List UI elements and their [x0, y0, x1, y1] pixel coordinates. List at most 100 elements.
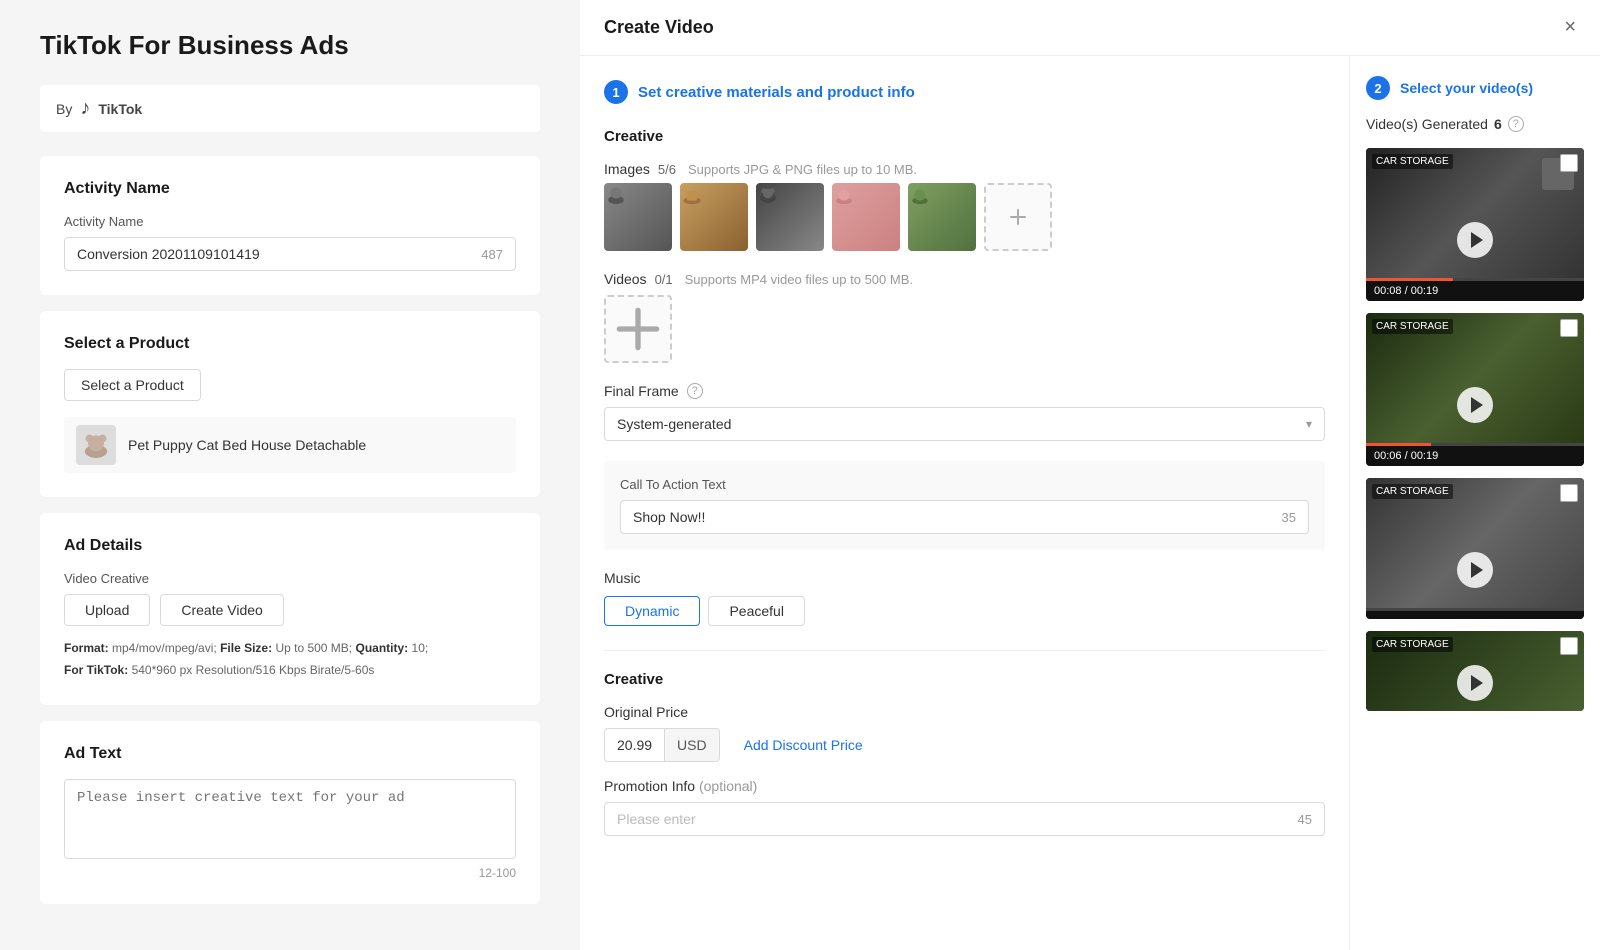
videos-generated-help-icon[interactable]: ?: [1508, 116, 1524, 132]
video-thumbnail-2: CAR STORAGE: [1366, 313, 1584, 443]
music-section: Music Dynamic Peaceful: [604, 570, 1325, 626]
step1-title: Set creative materials and product info: [638, 84, 915, 101]
step1-badge: 1: [604, 80, 628, 104]
final-frame-help-icon[interactable]: ?: [687, 383, 703, 399]
image-thumb-4[interactable]: [832, 183, 900, 251]
cta-input[interactable]: Shop Now!! 35: [620, 500, 1309, 534]
select-product-button[interactable]: Select a Product: [64, 369, 201, 401]
video-play-icon-4[interactable]: [1457, 665, 1493, 701]
cta-section: Call To Action Text Shop Now!! 35: [604, 461, 1325, 550]
upload-button[interactable]: Upload: [64, 594, 150, 626]
video-label-3: CAR STORAGE: [1372, 484, 1453, 499]
step1-header: 1 Set creative materials and product inf…: [604, 80, 1325, 104]
promo-char-count: 45: [1298, 812, 1312, 827]
videos-label: Videos: [604, 271, 647, 287]
price-input-group: 20.99 USD: [604, 728, 720, 762]
format-value: mp4/mov/mpeg/avi;: [112, 641, 217, 655]
video-bottom-bar-3: [1366, 611, 1584, 619]
video-play-icon-2[interactable]: [1457, 387, 1493, 423]
add-video-button[interactable]: [604, 295, 672, 363]
modal-body: 1 Set creative materials and product inf…: [580, 56, 1600, 950]
videos-generated-row: Video(s) Generated 6 ?: [1366, 116, 1584, 132]
ad-details-section: Ad Details Video Creative Upload Create …: [40, 513, 540, 705]
video-creative-label: Video Creative: [64, 571, 516, 586]
images-row: Images 5/6 Supports JPG & PNG files up t…: [604, 161, 1325, 177]
video-checkbox-3[interactable]: [1560, 484, 1578, 502]
final-frame-dropdown[interactable]: System-generated ▾: [604, 407, 1325, 441]
videos-generated-label: Video(s) Generated: [1366, 116, 1488, 132]
ad-text-input[interactable]: [64, 779, 516, 859]
video-progress-2: [1366, 443, 1584, 446]
activity-field-label: Activity Name: [64, 214, 516, 229]
video-checkbox-2[interactable]: [1560, 319, 1578, 337]
activity-name-input[interactable]: Conversion 20201109101419 487: [64, 237, 516, 271]
video-bottom-bar-2: 00:06 / 00:19: [1366, 446, 1584, 466]
image-thumb-2[interactable]: [680, 183, 748, 251]
video-checkbox-1[interactable]: [1560, 154, 1578, 172]
music-label: Music: [604, 570, 1325, 586]
video-card-2[interactable]: CAR STORAGE 00:06 / 00:19: [1366, 313, 1584, 466]
promo-placeholder: Please enter: [617, 811, 696, 827]
ad-details-title: Ad Details: [64, 537, 516, 555]
for-tiktok-label: For TikTok:: [64, 663, 128, 677]
image-thumb-3[interactable]: [756, 183, 824, 251]
modal-close-button[interactable]: ×: [1564, 16, 1576, 39]
video-progress-1: [1366, 278, 1584, 281]
add-image-button[interactable]: [984, 183, 1052, 251]
quantity-value: 10;: [412, 641, 429, 655]
video-checkbox-4[interactable]: [1560, 637, 1578, 655]
step2-badge: 2: [1366, 76, 1390, 100]
final-frame-label: Final Frame: [604, 383, 679, 399]
video-label-4: CAR STORAGE: [1372, 637, 1453, 652]
video-thumbnail-3: CAR STORAGE: [1366, 478, 1584, 608]
modal-right-panel: 2 Select your video(s) Video(s) Generate…: [1350, 56, 1600, 950]
for-tiktok-value: 540*960 px Resolution/516 Kbps Birate/5-…: [132, 663, 375, 677]
add-discount-link[interactable]: Add Discount Price: [744, 737, 863, 753]
cta-char-count: 35: [1282, 510, 1296, 525]
videos-row: Videos 0/1 Supports MP4 video files up t…: [604, 271, 1325, 287]
select-product-section: Select a Product Select a Product Pet Pu…: [40, 311, 540, 497]
music-dynamic-button[interactable]: Dynamic: [604, 596, 700, 626]
promo-group: Promotion Info (optional) Please enter 4…: [604, 778, 1325, 836]
file-size-label: File Size:: [220, 641, 272, 655]
video-label-2: CAR STORAGE: [1372, 319, 1453, 334]
video-thumbnail-4: CAR STORAGE: [1366, 631, 1584, 711]
music-peaceful-button[interactable]: Peaceful: [708, 596, 804, 626]
image-thumb-5[interactable]: [908, 183, 976, 251]
promo-label: Promotion Info (optional): [604, 778, 1325, 794]
video-card-4[interactable]: CAR STORAGE: [1366, 631, 1584, 711]
tiktok-brand-name: TikTok: [98, 101, 142, 117]
final-frame-row: Final Frame ?: [604, 383, 1325, 399]
product-name: Pet Puppy Cat Bed House Detachable: [128, 437, 366, 453]
step2-header: 2 Select your video(s): [1366, 76, 1584, 100]
video-play-icon-1[interactable]: [1457, 222, 1493, 258]
activity-name-section: Activity Name Activity Name Conversion 2…: [40, 156, 540, 295]
ad-text-count: 12-100: [64, 866, 516, 880]
creative-section-title: Creative: [604, 128, 1325, 145]
product-thumbnail: [76, 425, 116, 465]
price-currency: USD: [664, 729, 719, 761]
ad-text-title: Ad Text: [64, 745, 516, 763]
modal-header: Create Video ×: [580, 0, 1600, 56]
image-thumb-1[interactable]: [604, 183, 672, 251]
modal-title: Create Video: [604, 17, 714, 38]
video-card-3[interactable]: CAR STORAGE: [1366, 478, 1584, 619]
tiktok-logo-icon: ♪: [80, 97, 90, 120]
promo-input[interactable]: Please enter 45: [604, 802, 1325, 836]
activity-char-count: 487: [481, 247, 503, 262]
price-value: 20.99: [605, 729, 664, 761]
chevron-down-icon: ▾: [1306, 417, 1312, 431]
images-note: Supports JPG & PNG files up to 10 MB.: [688, 162, 917, 177]
activity-section-title: Activity Name: [64, 180, 516, 198]
videos-generated-count: 6: [1494, 116, 1502, 132]
cta-value: Shop Now!!: [633, 509, 705, 525]
video-progress-3: [1366, 608, 1584, 611]
video-card-1[interactable]: CAR STORAGE 00:08 / 00:19: [1366, 148, 1584, 301]
product-item: Pet Puppy Cat Bed House Detachable: [64, 417, 516, 473]
page-title: TikTok For Business Ads: [40, 30, 540, 61]
final-frame-value: System-generated: [617, 416, 731, 432]
create-video-button[interactable]: Create Video: [160, 594, 283, 626]
video-bottom-bar-1: 00:08 / 00:19: [1366, 281, 1584, 301]
video-play-icon-3[interactable]: [1457, 552, 1493, 588]
video-time-1: 00:08 / 00:19: [1374, 285, 1438, 297]
